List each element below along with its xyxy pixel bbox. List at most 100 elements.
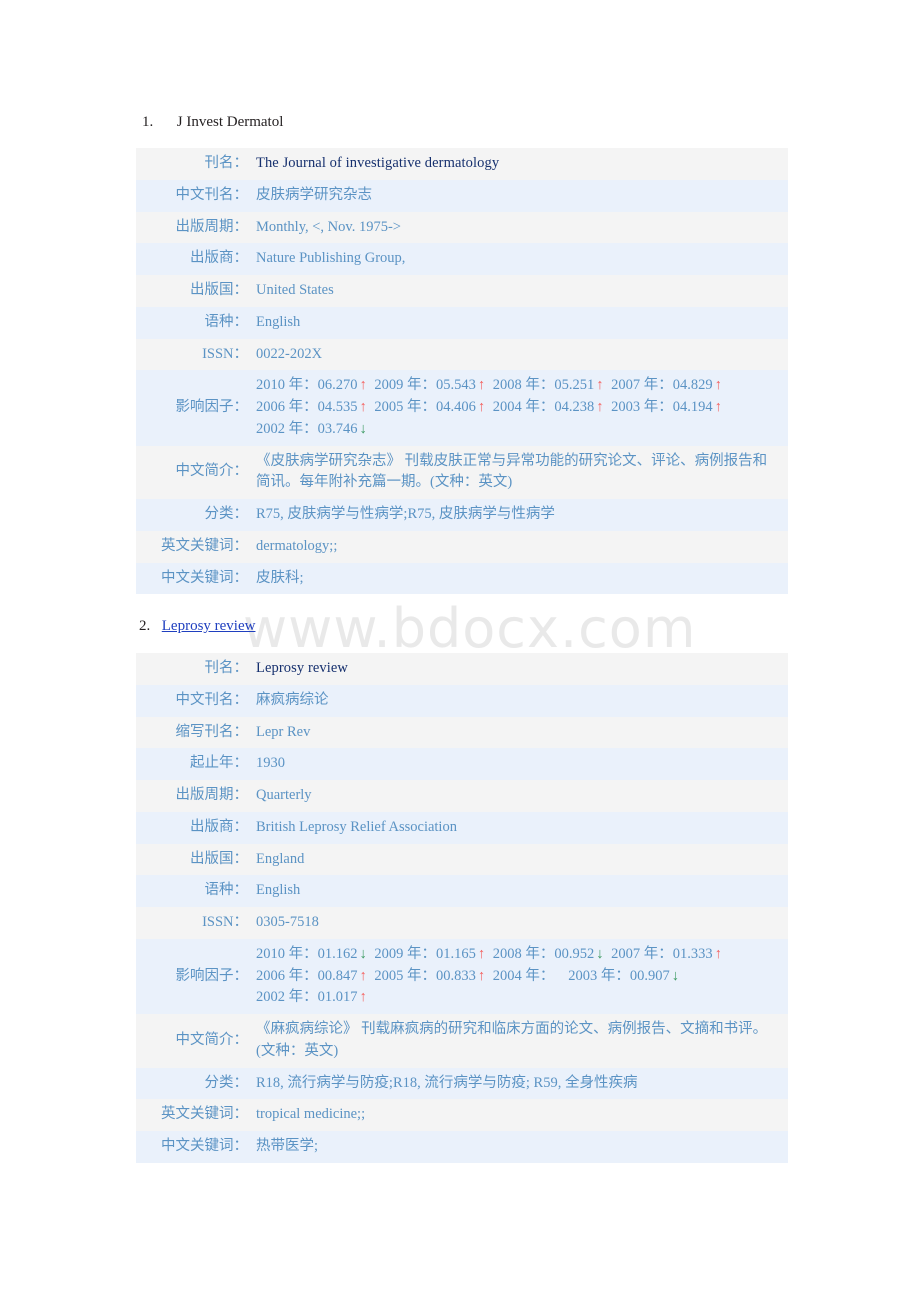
impact-factor-point: 2005 年：04.406 ↑ xyxy=(374,399,486,415)
row-value-cn-keywords: 热带医学; xyxy=(256,1138,319,1154)
impact-factor-point: 2006 年：00.847 ↑ xyxy=(256,968,368,984)
table-row: 英文关键词： tropical medicine;; xyxy=(136,1099,788,1131)
table-row: 刊名： Leprosy review xyxy=(136,653,788,685)
trend-up-arrow-icon: ↑ xyxy=(714,945,722,962)
table-row: 语种： English xyxy=(136,306,788,339)
entry-heading-2: 2. Leprosy review xyxy=(139,619,255,634)
entry-heading-1: 1. J Invest Dermatol xyxy=(142,115,283,130)
impact-factor-year: 2005 年：04.406 xyxy=(374,399,476,415)
impact-factor-point: 2002 年：01.017 ↑ xyxy=(256,989,368,1005)
impact-factor-year: 2002 年：01.017 xyxy=(256,989,358,1006)
impact-factor-year: 2002 年：03.746 xyxy=(256,420,358,437)
row-value-country: United States xyxy=(256,282,334,298)
impact-factor-point: 2010 年：01.162 ↓ xyxy=(256,946,368,962)
row-value-impact-factor: 2010 年：01.162 ↓ 2009 年：01.165 ↑ 2008 年：00.… xyxy=(248,939,788,1014)
row-value-journal-name[interactable]: The Journal of investigative dermatology xyxy=(248,148,788,180)
trend-down-arrow-icon: ↓ xyxy=(359,420,367,437)
row-label-en-keywords: 英文关键词： xyxy=(161,537,248,554)
impact-factor-year: 2009 年：05.543 xyxy=(374,377,476,394)
impact-factor-year: 2010 年：06.270 xyxy=(256,377,358,394)
row-value-publisher: British Leprosy Relief Association xyxy=(256,818,457,835)
row-label-category: 分类： xyxy=(204,1074,249,1091)
impact-factor-point: 2009 年：05.543 ↑ xyxy=(374,377,486,393)
table-row: 中文刊名： 皮肤病学研究杂志 xyxy=(136,179,788,212)
row-value-en-keywords: dermatology;; xyxy=(256,537,338,554)
trend-down-arrow-icon: ↓ xyxy=(596,945,604,962)
row-value-impact-factor: 2010 年：06.270 ↑ 2009 年：05.543 ↑ 2008 年：05.… xyxy=(248,370,788,445)
table-row: 影响因子： 2010 年：06.270 ↑ 2009 年：05.543 ↑ 2008… xyxy=(136,370,788,446)
row-label-issn: ISSN： xyxy=(202,914,248,930)
table-row: 中文刊名： 麻疯病综论 xyxy=(136,684,788,717)
document-page: 1. J Invest Dermatol 刊名： The Journal of … xyxy=(0,0,920,1302)
row-value-country: England xyxy=(256,850,305,867)
row-label-en-keywords: 英文关键词： xyxy=(161,1106,248,1123)
impact-factor-year: 2008 年：00.952 xyxy=(492,945,595,962)
impact-factor-point: 2005 年：00.833 ↑ xyxy=(374,968,486,984)
trend-up-arrow-icon: ↑ xyxy=(596,377,604,394)
table-row: 语种： English xyxy=(136,875,788,907)
table-row: 出版周期： Quarterly xyxy=(136,780,788,812)
row-label-cn-keywords: 中文关键词： xyxy=(161,1138,248,1154)
trend-up-arrow-icon: ↑ xyxy=(477,399,486,415)
impact-factor-point: 2006 年：04.535 ↑ xyxy=(256,399,368,415)
entry-number-2: 2. xyxy=(139,618,151,634)
entry-number-1: 1. xyxy=(142,114,154,130)
entry-title-link-2[interactable]: Leprosy review xyxy=(162,618,256,634)
journal-info-table-1: 刊名： The Journal of investigative dermato… xyxy=(136,148,788,595)
table-row: 英文关键词： dermatology;; xyxy=(136,530,788,563)
journal-info-table-2: 刊名： Leprosy review 中文刊名： 麻疯病综论 缩写刊名： Lep… xyxy=(136,653,788,1163)
trend-down-arrow-icon: ↓ xyxy=(671,967,679,984)
table-row: 出版国： England xyxy=(136,843,788,876)
row-label-category: 分类： xyxy=(204,506,249,522)
trend-up-arrow-icon: ↑ xyxy=(359,399,367,415)
row-value-chinese-name: 麻疯病综论 xyxy=(256,691,329,708)
row-label-country: 出版国： xyxy=(190,850,248,867)
impact-factor-year: 2003 年：04.194 xyxy=(611,399,713,415)
table-row: 分类： R18, 流行病学与防疫;R18, 流行病学与防疫; R59, 全身性疾… xyxy=(136,1067,788,1100)
table-row: 出版商： Nature Publishing Group, xyxy=(136,243,788,275)
row-value-chinese-name: 皮肤病学研究杂志 xyxy=(256,186,372,203)
row-value-chinese-intro: 《麻疯病综论》 刊载麻疯病的研究和临床方面的论文、病例报告、文摘和书评。(文种：… xyxy=(256,1021,768,1059)
table-row: ISSN： 0022-202X xyxy=(136,338,788,371)
trend-up-arrow-icon: ↑ xyxy=(359,989,367,1006)
row-label-publisher: 出版商： xyxy=(190,818,248,835)
table-row: 起止年： 1930 xyxy=(136,748,788,780)
table-row: 分类： R75, 皮肤病学与性病学;R75, 皮肤病学与性病学 xyxy=(136,499,788,531)
row-value-cn-keywords: 皮肤科; xyxy=(256,569,304,586)
impact-factor-year: 2004 年：04.238 xyxy=(492,399,595,415)
table-row: ISSN： 0305-7518 xyxy=(136,907,788,939)
row-label-journal-name: 刊名： xyxy=(204,660,249,676)
row-value-en-keywords: tropical medicine;; xyxy=(256,1106,366,1123)
row-label-frequency: 出版周期： xyxy=(175,787,249,803)
impact-factor-year: 2010 年：01.162 xyxy=(256,945,358,962)
journal-title-link-1[interactable]: The Journal of investigative dermatology xyxy=(256,155,499,171)
journal-title-link-2[interactable]: Leprosy review xyxy=(256,660,348,676)
table-row: 出版商： British Leprosy Relief Association xyxy=(136,811,788,844)
impact-factor-point: 2007 年：01.333 ↑ xyxy=(611,946,723,962)
impact-factor-point: 2002 年：03.746 ↓ xyxy=(256,421,368,437)
trend-up-arrow-icon: ↑ xyxy=(477,967,486,984)
row-label-journal-name: 刊名： xyxy=(204,155,249,171)
impact-factor-point: 2008 年：00.952 ↓ xyxy=(493,946,605,962)
trend-up-arrow-icon: ↑ xyxy=(714,399,722,415)
table-row: 出版周期： Monthly, <, Nov. 1975-> xyxy=(136,211,788,244)
trend-down-arrow-icon: ↓ xyxy=(359,945,367,962)
impact-factor-year: 2004 年： xyxy=(492,967,562,984)
row-label-language: 语种： xyxy=(204,882,249,899)
impact-factor-point: 2003 年：04.194 ↑ xyxy=(611,399,723,415)
table-row: 影响因子： 2010 年：01.162 ↓ 2009 年：01.165 ↑ 2008… xyxy=(136,938,788,1014)
row-value-publisher: Nature Publishing Group, xyxy=(256,250,406,267)
impact-factor-point: 2004 年：04.238 ↑ xyxy=(493,399,605,415)
row-label-chinese-intro: 中文简介： xyxy=(175,1031,249,1048)
entry-title-1: J Invest Dermatol xyxy=(176,114,284,130)
table-row: 中文关键词： 热带医学; xyxy=(136,1131,788,1163)
row-label-cn-keywords: 中文关键词： xyxy=(161,569,248,586)
impact-factor-point: 2004 年： xyxy=(493,968,562,984)
row-value-journal-name[interactable]: Leprosy review xyxy=(248,653,788,685)
impact-factor-point: 2010 年：06.270 ↑ xyxy=(256,377,368,393)
row-label-abbrev-name: 缩写刊名： xyxy=(175,723,249,740)
table-row: 中文关键词： 皮肤科; xyxy=(136,562,788,595)
impact-factor-year: 2007 年：01.333 xyxy=(611,945,713,962)
row-label-chinese-name: 中文刊名： xyxy=(175,186,249,203)
impact-factor-year: 2007 年：04.829 xyxy=(611,377,713,394)
